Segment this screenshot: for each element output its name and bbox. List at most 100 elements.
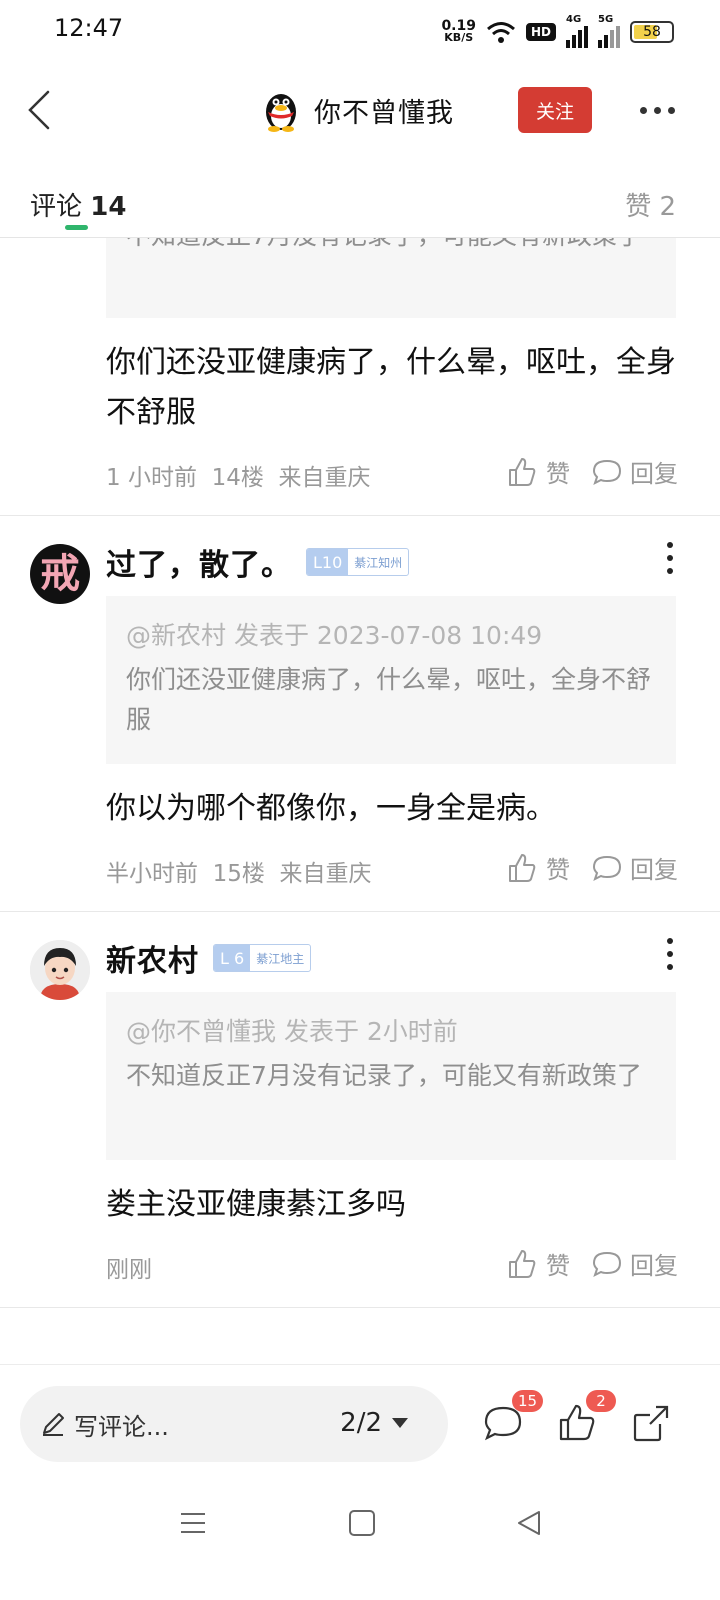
net-speed: 0.19 KB/S — [441, 19, 476, 44]
username[interactable]: 新农村 — [106, 936, 199, 980]
quote-meta: @新农村 发表于 2023-07-08 10:49 — [126, 621, 543, 650]
more-icon[interactable] — [640, 100, 678, 120]
like-icon — [509, 1249, 536, 1278]
comment-floor: 15楼 — [212, 861, 265, 887]
header-title-group[interactable]: 你不曾懂我 — [262, 86, 454, 134]
quote-box[interactable]: @新农村 发表于 2023-07-08 10:49 你们还没亚健康病了，什么晕，… — [106, 596, 676, 764]
comment-header: 新农村 L 6 綦江地主 — [106, 936, 312, 980]
like-count-button[interactable]: 2 — [556, 1390, 616, 1448]
tab-likes[interactable]: 赞 2 — [625, 186, 676, 223]
comment-meta: 1 小时前 14楼 来自重庆 — [106, 458, 370, 492]
signal-icon-1: 4G — [566, 14, 588, 48]
page-indicator[interactable]: 2/2 — [340, 1408, 408, 1438]
share-button[interactable] — [630, 1402, 672, 1448]
avatar-char: 戒 — [40, 551, 80, 597]
write-comment-placeholder: 写评论... — [74, 1412, 169, 1441]
comment-actions: 赞 回复 — [506, 454, 678, 489]
status-time: 12:47 — [54, 14, 124, 42]
comment-meta: 刚刚 — [106, 1250, 152, 1284]
tab-comments-label: 评论 — [30, 192, 83, 222]
tab-comments-count: 14 — [90, 192, 127, 222]
reply-label: 回复 — [630, 856, 678, 884]
comment-actions: 赞 回复 — [506, 1246, 678, 1281]
back-triangle-icon[interactable] — [514, 1508, 544, 1538]
hd-icon: HD — [525, 23, 556, 41]
username[interactable]: 过了，散了。 — [106, 540, 292, 584]
bottom-bar-divider — [0, 1364, 720, 1365]
avatar[interactable] — [30, 940, 90, 1000]
status-icons: 0.19 KB/S HD 4G 5G 58 — [441, 14, 674, 50]
tab-active-indicator — [65, 225, 88, 230]
battery-icon: 58 — [630, 21, 674, 43]
page-indicator-text: 2/2 — [340, 1408, 382, 1438]
comment-item-1: 不知道反正7月没有记录了，可能又有新政策了 你们还没亚健康病了，什么晕，呕吐，全… — [0, 238, 720, 518]
comment-text: 你们还没亚健康病了，什么晕，呕吐，全身不舒服 — [106, 345, 676, 430]
comment-divider — [0, 1307, 720, 1308]
kebab-icon[interactable] — [665, 542, 675, 574]
like-label: 赞 — [546, 460, 570, 488]
comment-count-button[interactable]: 15 — [482, 1390, 544, 1448]
like-icon — [509, 457, 536, 486]
quote-text: 不知道反正7月没有记录了，可能又有新政策了 — [126, 238, 656, 256]
comment-actions: 赞 回复 — [506, 850, 678, 885]
reply-icon — [592, 459, 622, 485]
quote-box[interactable]: @你不曾懂我 发表于 2小时前 不知道反正7月没有记录了，可能又有新政策了 — [106, 992, 676, 1160]
wifi-icon — [487, 22, 515, 43]
like-button[interactable]: 赞 — [506, 454, 570, 489]
comment-count-badge: 15 — [512, 1390, 544, 1412]
reply-button[interactable]: 回复 — [592, 1246, 678, 1281]
like-icon — [509, 853, 536, 882]
back-icon[interactable] — [18, 88, 58, 132]
page-title: 你不曾懂我 — [314, 97, 454, 129]
level-number: L 6 — [214, 945, 251, 971]
qq-penguin-icon — [266, 94, 296, 132]
avatar[interactable]: 戒 — [30, 544, 90, 604]
like-button[interactable]: 赞 — [506, 850, 570, 885]
like-label: 赞 — [546, 1252, 570, 1280]
signal-gen-2: 5G — [598, 14, 614, 25]
comment-time: 半小时前 — [106, 861, 198, 887]
reply-button[interactable]: 回复 — [592, 850, 678, 885]
kebab-icon[interactable] — [665, 938, 675, 970]
level-tag: 綦江知州 — [354, 555, 403, 570]
comment-item-3: 新农村 L 6 綦江地主 @你不曾懂我 发表于 2小时前 不知道反正7月没有记录… — [0, 912, 720, 1307]
battery-level: 58 — [643, 24, 661, 40]
like-count-badge: 2 — [586, 1390, 616, 1412]
reply-button[interactable]: 回复 — [592, 454, 678, 489]
level-badge: L10 綦江知州 — [306, 548, 410, 576]
reply-label: 回复 — [630, 460, 678, 488]
cartoon-avatar-icon — [30, 940, 90, 1000]
signal-gen-1: 4G — [566, 14, 582, 25]
like-button[interactable]: 赞 — [506, 1246, 570, 1281]
comment-item-2: 戒 过了，散了。 L10 綦江知州 @新农村 发表于 2023-07-08 10… — [0, 516, 720, 911]
comment-time: 刚刚 — [106, 1257, 152, 1283]
tab-comments[interactable]: 评论 14 — [30, 186, 126, 223]
menu-icon[interactable] — [178, 1508, 208, 1538]
comment-floor: 14楼 — [211, 465, 264, 491]
comment-header: 过了，散了。 L10 綦江知州 — [106, 540, 410, 584]
comment-text: 你以为哪个都像你，一身全是病。 — [106, 791, 556, 826]
quote-text: 你们还没亚健康病了，什么晕，呕吐，全身不舒服 — [126, 665, 652, 734]
share-icon — [633, 1405, 669, 1442]
home-icon[interactable] — [347, 1508, 377, 1538]
quote-box: 不知道反正7月没有记录了，可能又有新政策了 — [106, 238, 676, 318]
comment-text: 娄主没亚健康綦江多吗 — [106, 1187, 406, 1222]
write-comment-input[interactable]: 写评论... 2/2 — [20, 1386, 448, 1462]
level-number: L10 — [307, 549, 349, 575]
comment-meta: 半小时前 15楼 来自重庆 — [106, 854, 372, 888]
comment-location: 来自重庆 — [278, 465, 371, 491]
reply-icon — [592, 855, 622, 881]
reply-label: 回复 — [630, 1252, 678, 1280]
level-badge: L 6 綦江地主 — [213, 944, 312, 972]
comment-location: 来自重庆 — [279, 861, 372, 887]
comment-time: 1 小时前 — [106, 465, 197, 491]
net-speed-unit: KB/S — [444, 31, 474, 44]
pen-icon — [43, 1413, 64, 1436]
level-tag: 綦江地主 — [256, 951, 305, 966]
signal-icon-2: 5G — [598, 14, 620, 48]
follow-button[interactable]: 关注 — [518, 87, 592, 133]
reply-icon — [592, 1251, 622, 1277]
quote-meta: @你不曾懂我 发表于 2小时前 — [126, 1017, 458, 1046]
quote-text: 不知道反正7月没有记录了，可能又有新政策了 — [126, 1061, 642, 1090]
like-label: 赞 — [546, 856, 570, 884]
